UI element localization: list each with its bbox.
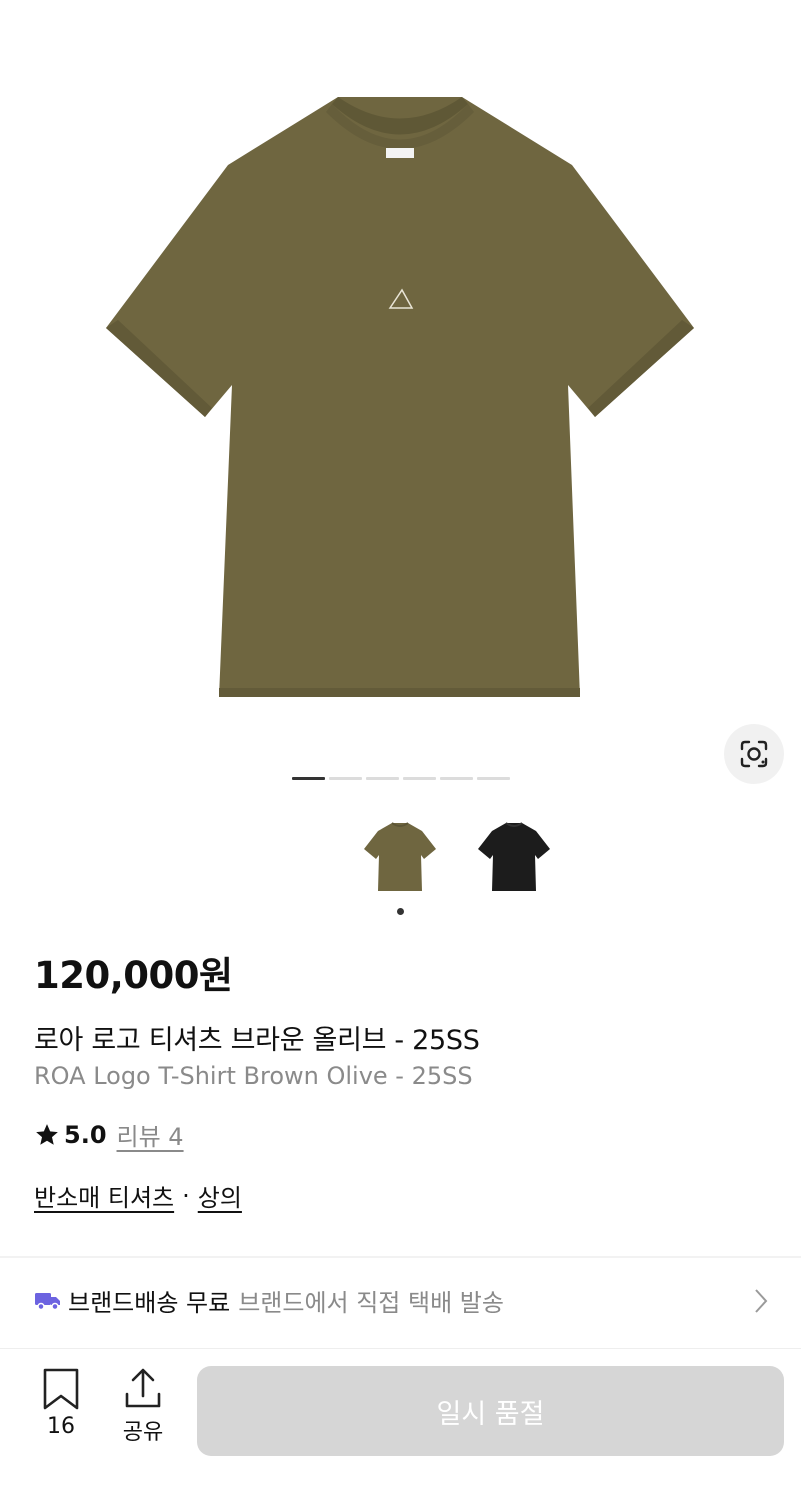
shipping-title: 브랜드배송 무료 [68,1288,231,1317]
share-button[interactable]: 공유 [112,1368,174,1448]
product-name-english: ROA Logo T-Shirt Brown Olive - 25SS [34,1062,473,1090]
lens-icon [740,740,768,768]
shipping-description: 브랜드에서 직접 택배 발송 [238,1288,504,1317]
share-label: 공유 [122,1420,164,1445]
rating-score: 5.0 [64,1120,107,1149]
indicator-segment [477,777,510,780]
indicator-segment [292,777,325,780]
product-name-korean: 로아 로고 티셔츠 브라운 올리브 - 25SS [34,1025,480,1056]
bookmark-count: 16 [47,1414,75,1439]
star-icon [36,1123,58,1145]
truck-icon [35,1293,60,1311]
rating-row: 5.0 리뷰 4 [34,1117,184,1152]
black-tshirt-thumbnail [478,822,550,891]
indicator-segment [440,777,473,780]
indicator-segment [366,777,399,780]
category-link-short-sleeve-tshirt[interactable]: 반소매 티셔츠 [34,1178,174,1213]
share-icon [125,1368,161,1408]
shipping-info-row[interactable]: 브랜드배송 무료 브랜드에서 직접 택배 발송 [0,1260,801,1340]
indicator-segment [329,777,362,780]
bookmark-button[interactable]: 16 [30,1368,92,1448]
image-page-indicator [292,777,510,780]
section-divider [0,1256,801,1258]
visual-search-button[interactable] [724,724,784,784]
category-breadcrumb: 반소매 티셔츠 · 상의 [34,1178,242,1213]
chevron-right-icon [755,1289,768,1313]
swatch-olive[interactable] [355,810,445,900]
bookmark-icon [43,1368,79,1410]
category-separator: · [182,1181,190,1210]
olive-tshirt-thumbnail [364,822,436,891]
review-count-link[interactable]: 리뷰 4 [117,1117,184,1152]
sold-out-button[interactable]: 일시 품절 [197,1366,784,1456]
swatch-black[interactable] [469,810,559,900]
olive-tshirt-image [106,97,694,697]
product-price: 120,000원 [34,954,233,997]
category-link-tops[interactable]: 상의 [198,1178,242,1213]
color-swatches [355,810,559,900]
indicator-segment [403,777,436,780]
swatch-page-dot [397,908,404,915]
product-image[interactable] [0,0,801,760]
